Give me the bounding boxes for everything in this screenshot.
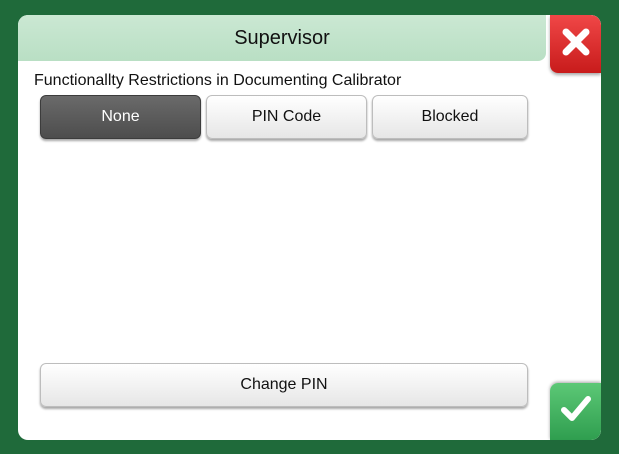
dialog-window: Supervisor Functionallty Restrictions in… bbox=[18, 15, 601, 440]
option-blocked-button[interactable]: Blocked bbox=[372, 95, 528, 139]
page-title: Supervisor bbox=[234, 26, 330, 49]
close-button[interactable] bbox=[550, 15, 601, 73]
option-none-button[interactable]: None bbox=[40, 95, 201, 139]
close-icon bbox=[559, 25, 593, 64]
checkmark-icon bbox=[559, 394, 593, 429]
restriction-label: Functionallty Restrictions in Documentin… bbox=[34, 72, 402, 89]
dialog-header: Supervisor bbox=[18, 15, 546, 61]
option-pin-code-button[interactable]: PIN Code bbox=[206, 95, 367, 139]
confirm-button[interactable] bbox=[550, 383, 601, 440]
change-pin-button[interactable]: Change PIN bbox=[40, 363, 528, 407]
